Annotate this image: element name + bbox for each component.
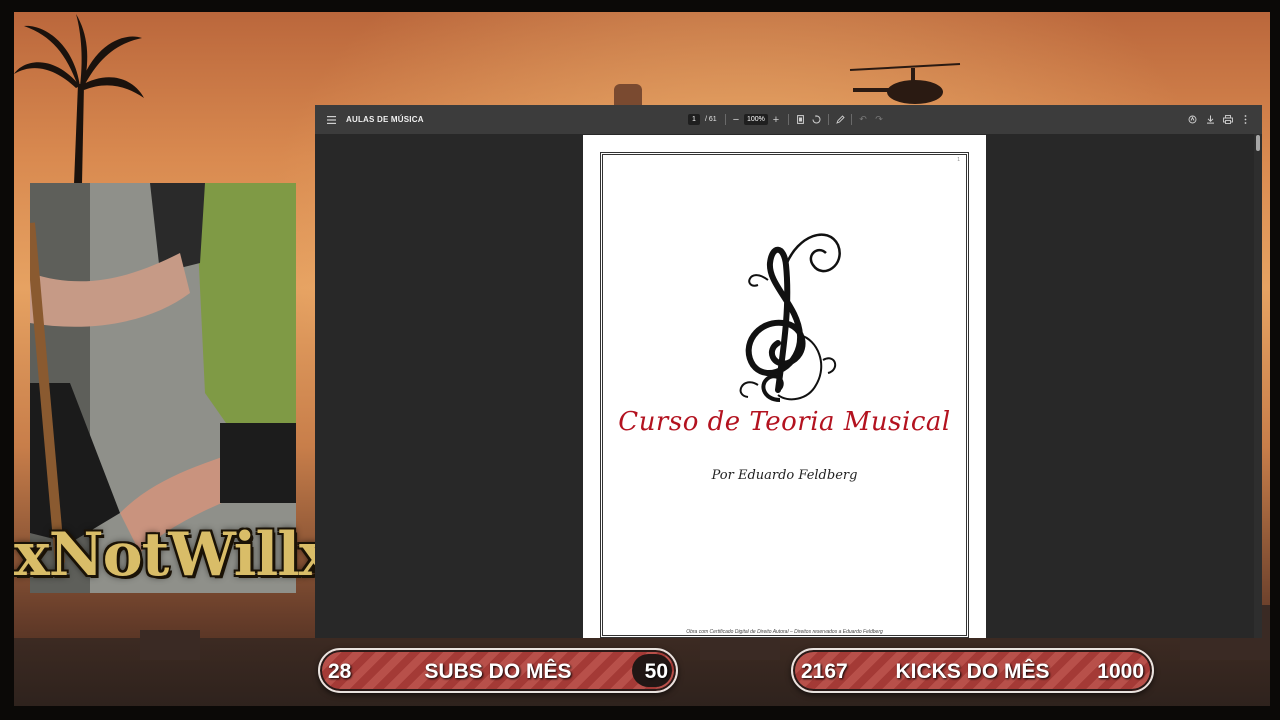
subs-goal-label: SUBS DO MÊS	[424, 660, 572, 683]
menu-icon[interactable]	[324, 105, 338, 134]
vertical-scrollbar[interactable]	[1254, 134, 1262, 638]
print-icon[interactable]	[1221, 105, 1235, 134]
annotate-icon[interactable]	[1185, 105, 1199, 134]
draw-icon[interactable]	[833, 105, 847, 134]
pdf-page: 1 Curso de Teoria Musical Por Eduardo Fe…	[583, 135, 986, 638]
redo-icon[interactable]: ↷	[872, 105, 886, 134]
page-number-mark: 1	[957, 157, 960, 163]
zoom-in-icon[interactable]: +	[769, 105, 783, 134]
undo-icon[interactable]: ↶	[856, 105, 870, 134]
zoom-level-input[interactable]: 100%	[744, 105, 768, 134]
download-icon[interactable]	[1203, 105, 1217, 134]
toolbar-divider	[788, 114, 789, 125]
water-tower-decoration	[614, 84, 642, 106]
document-title: AULAS DE MÚSICA	[346, 115, 424, 124]
pdf-viewer-window: AULAS DE MÚSICA 1 / 61 − 100% + ↶ ↷ 1 Cu…	[315, 105, 1262, 638]
subs-goal-target: 50	[644, 660, 668, 683]
treble-clef-illustration	[739, 233, 841, 402]
palm-tree-decoration	[14, 14, 144, 184]
kicks-goal-target: 1000	[1097, 660, 1144, 683]
rotate-icon[interactable]	[809, 105, 823, 134]
helicopter-decoration	[849, 63, 961, 104]
scrollbar-thumb[interactable]	[1256, 135, 1260, 151]
subs-goal-bar: 28 SUBS DO MÊS 50	[318, 648, 678, 693]
kicks-goal-bar: 2167 KICKS DO MÊS 1000	[791, 648, 1154, 693]
toolbar-divider	[851, 114, 852, 125]
copyright-footer: Obra com Certificado Digital de Direito …	[686, 629, 883, 635]
toolbar-divider	[725, 114, 726, 125]
streamer-name-logo: xNotWillx	[14, 520, 335, 610]
page-total-label: / 61	[705, 116, 717, 123]
more-options-icon[interactable]	[1238, 105, 1252, 134]
course-title: Curso de Teoria Musical	[618, 407, 951, 437]
course-author: Por Eduardo Feldberg	[711, 468, 858, 483]
page-number-input[interactable]: 1	[688, 105, 700, 134]
pdf-toolbar: AULAS DE MÚSICA 1 / 61 − 100% + ↶ ↷	[315, 105, 1262, 134]
fit-page-icon[interactable]	[793, 105, 807, 134]
toolbar-divider	[828, 114, 829, 125]
zoom-out-icon[interactable]: −	[729, 105, 743, 134]
streamer-name-text: xNotWillx	[14, 520, 335, 590]
